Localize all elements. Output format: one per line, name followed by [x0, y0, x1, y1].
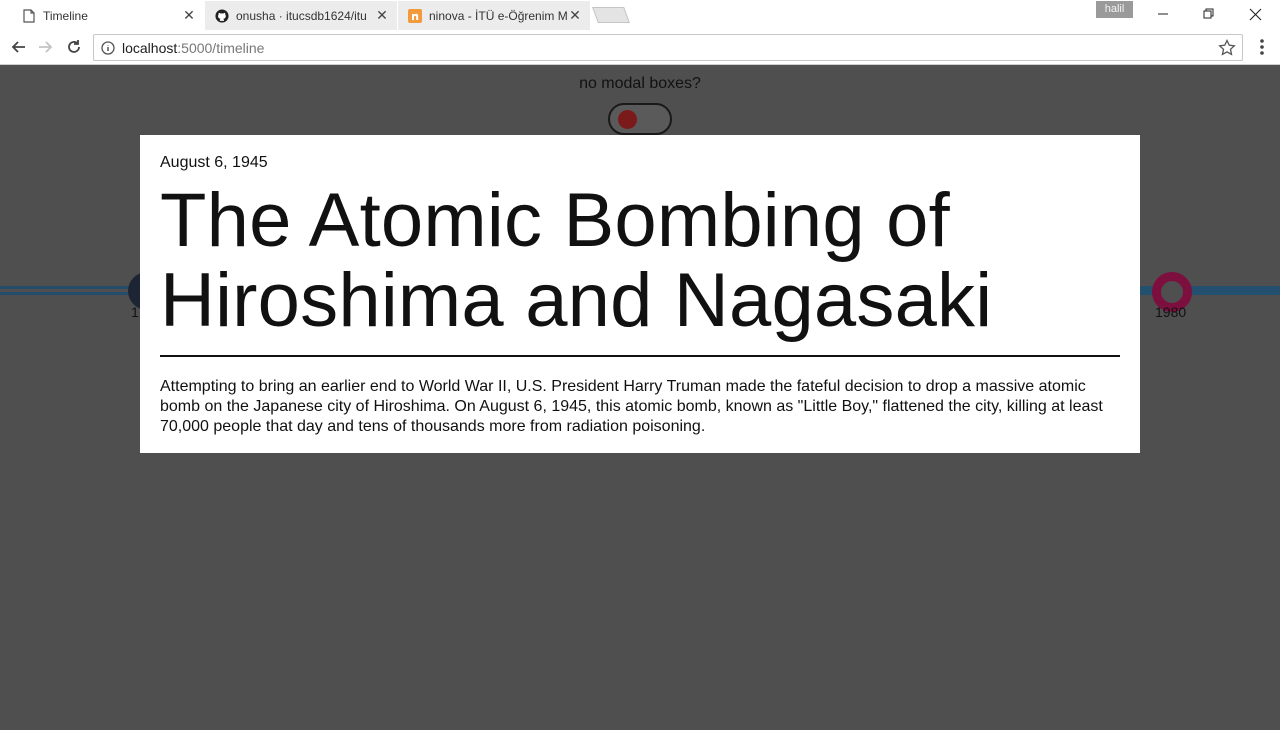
page-content: no modal boxes? 1 1980 August 6, 1945 Th… [0, 66, 1280, 730]
event-title: The Atomic Bombing of Hiroshima and Naga… [160, 178, 993, 343]
reload-button[interactable] [62, 35, 86, 59]
tab-title: onusha · itucsdb1624/itu [236, 8, 367, 23]
toggle-knob [618, 110, 637, 129]
close-icon[interactable]: ✕ [375, 7, 389, 23]
event-description: Attempting to bring an earlier end to Wo… [160, 378, 1103, 435]
close-window-button[interactable] [1232, 0, 1278, 28]
page-icon [22, 8, 36, 23]
info-icon [101, 40, 115, 55]
tab-ninova[interactable]: ninova - İTÜ e-Öğrenim M ✕ [398, 1, 590, 30]
timeline-node-label: 1 [131, 304, 139, 320]
tab-github[interactable]: onusha · itucsdb1624/itu ✕ [205, 1, 397, 30]
address-bar[interactable]: localhost:5000/timeline [93, 34, 1243, 61]
tab-title: Timeline [43, 8, 88, 23]
more-menu-icon[interactable] [1253, 36, 1271, 58]
timeline-node-label: 1980 [1155, 304, 1187, 320]
restore-icon [1203, 8, 1214, 19]
forward-arrow-icon [39, 41, 53, 53]
restore-button[interactable] [1186, 0, 1232, 28]
close-icon[interactable]: ✕ [182, 7, 196, 23]
ninova-icon [408, 8, 422, 23]
no-modal-toggle[interactable] [608, 103, 672, 135]
tab-strip: Timeline ✕ onusha · itucsdb1624/itu ✕ ni… [0, 0, 1280, 30]
profile-badge[interactable]: halil [1096, 1, 1133, 18]
github-icon [215, 8, 229, 23]
divider [160, 355, 1120, 357]
tab-timeline[interactable]: Timeline ✕ [12, 1, 204, 30]
event-date: August 6, 1945 [160, 154, 268, 171]
event-modal: August 6, 1945 The Atomic Bombing of Hir… [140, 135, 1140, 453]
browser-toolbar: localhost:5000/timeline [0, 30, 1280, 65]
minimize-button[interactable] [1140, 0, 1186, 28]
toggle-label: no modal boxes? [579, 75, 701, 92]
reload-icon [68, 40, 80, 53]
back-button[interactable] [6, 35, 30, 59]
close-window-icon [1249, 8, 1261, 20]
address-url: localhost:5000/timeline [122, 39, 265, 56]
new-tab-button[interactable] [592, 7, 630, 23]
forward-button[interactable] [34, 35, 58, 59]
bookmark-star-icon[interactable] [1218, 39, 1236, 57]
close-icon[interactable]: ✕ [568, 7, 582, 23]
minimize-icon [1158, 13, 1168, 15]
back-arrow-icon [11, 41, 25, 53]
tab-title: ninova - İTÜ e-Öğrenim M [429, 8, 568, 23]
